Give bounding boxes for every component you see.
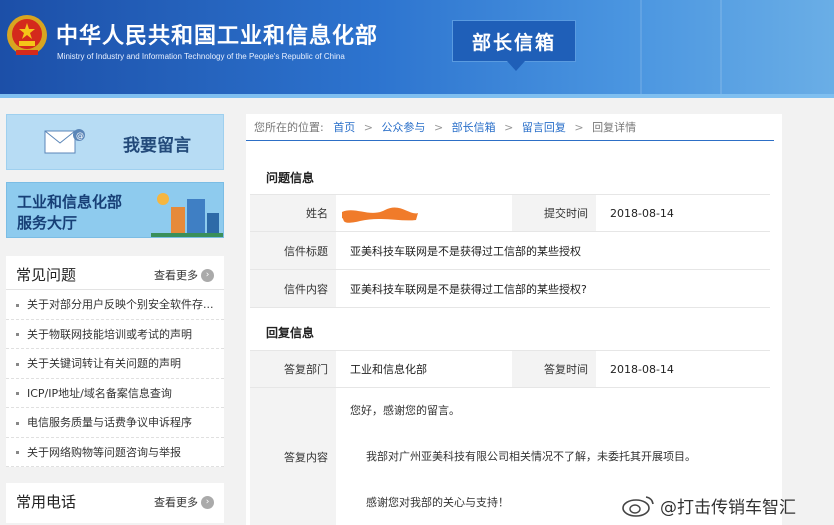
- watermark-text: @打击传销车智汇: [660, 498, 796, 518]
- faq-item-label: 关于关键词转让有关问题的声明: [27, 357, 181, 370]
- reply-time-label: 答复时间: [512, 351, 596, 387]
- bullet-icon: [16, 392, 19, 395]
- breadcrumb-current: 回复详情: [592, 121, 637, 134]
- faq-panel: 常见问题 查看更多 › 关于对部分用户反映个别安全软件存... 关于物联网技能培…: [6, 256, 224, 467]
- content-value: 亚美科技车联网是不是获得过工信部的某些授权?: [350, 282, 587, 296]
- service-hall-line1: 工业和信息化部: [17, 193, 123, 211]
- site-title-english: Ministry of Industry and Information Tec…: [57, 52, 345, 61]
- sidebar: @ 我要留言 工业和信息化部 服务大厅 常见问题 查看更多 › 关于对部分用户反…: [6, 114, 224, 523]
- breadcrumb-divider: [246, 140, 774, 141]
- breadcrumb-message-reply[interactable]: 留言回复: [522, 121, 566, 134]
- subject-label: 信件标题: [250, 232, 336, 269]
- svg-text:@: @: [76, 131, 84, 140]
- question-subject-row: 信件标题 亚美科技车联网是不是获得过工信部的某些授权: [250, 232, 770, 270]
- service-hall-line2: 服务大厅: [17, 214, 78, 232]
- phone-more-label: 查看更多: [154, 496, 198, 509]
- leave-message-banner[interactable]: @ 我要留言: [6, 114, 224, 170]
- building-icon: [151, 193, 223, 237]
- breadcrumb-mailbox[interactable]: 部长信箱: [452, 121, 496, 134]
- faq-header: 常见问题 查看更多 ›: [6, 256, 224, 290]
- faq-item-label: 电信服务质量与话费争议申诉程序: [27, 416, 192, 429]
- bullet-icon: [16, 421, 19, 425]
- leave-message-label: 我要留言: [123, 136, 191, 156]
- breadcrumb-separator: >: [363, 121, 373, 134]
- phone-title: 常用电话: [16, 493, 77, 511]
- faq-item[interactable]: 关于关键词转让有关问题的声明: [6, 349, 224, 379]
- subject-value: 亚美科技车联网是不是获得过工信部的某些授权: [350, 244, 581, 258]
- name-label: 姓名: [250, 195, 336, 231]
- faq-item[interactable]: 关于物联网技能培训或考试的声明: [6, 320, 224, 349]
- reply-time-value: 2018-08-14: [610, 362, 674, 376]
- reply-line3: 感谢您对我部的关心与支持！: [366, 496, 509, 509]
- weibo-logo-icon: [622, 495, 654, 517]
- faq-item-label: 关于网络购物等问题咨询与举报: [27, 445, 181, 459]
- header-decor: [720, 0, 722, 98]
- phone-more-link[interactable]: 查看更多 ›: [154, 494, 214, 510]
- question-section-title: 问题信息: [266, 171, 315, 185]
- breadcrumb-public-participation[interactable]: 公众参与: [381, 121, 425, 134]
- submit-time-value: 2018-08-14: [610, 206, 674, 220]
- faq-title: 常见问题: [16, 266, 77, 284]
- header-decor: [640, 0, 642, 98]
- question-content-row: 信件内容 亚美科技车联网是不是获得过工信部的某些授权?: [250, 270, 770, 308]
- site-title[interactable]: 中华人民共和国工业和信息化部: [56, 18, 378, 50]
- reply-line1: 您好，感谢您的留言。: [350, 404, 460, 417]
- weibo-watermark: @打击传销车智汇: [620, 493, 796, 518]
- bullet-icon: [16, 303, 19, 307]
- breadcrumb: 您所在的位置: 首页 > 公众参与 > 部长信箱 > 留言回复 > 回复详情: [254, 119, 636, 135]
- bullet-icon: [16, 333, 19, 336]
- faq-item[interactable]: ICP/IP地址/域名备案信息查询: [6, 379, 224, 408]
- breadcrumb-separator: >: [574, 121, 584, 134]
- faq-item-label: ICP/IP地址/域名备案信息查询: [27, 386, 172, 400]
- submit-time-label: 提交时间: [512, 195, 596, 231]
- content-label: 信件内容: [250, 270, 336, 307]
- faq-item[interactable]: 关于对部分用户反映个别安全软件存...: [6, 290, 224, 320]
- header-stripe: [0, 94, 834, 98]
- national-emblem-icon: [7, 15, 47, 55]
- reply-dept-row: 答复部门 工业和信息化部 答复时间 2018-08-14: [250, 350, 770, 388]
- breadcrumb-home[interactable]: 首页: [333, 121, 355, 134]
- bullet-icon: [16, 451, 19, 454]
- faq-item-label: 关于物联网技能培训或考试的声明: [27, 327, 192, 341]
- chevron-right-icon: ›: [201, 268, 214, 282]
- reply-section-title: 回复信息: [266, 326, 315, 340]
- bullet-icon: [16, 362, 19, 366]
- faq-item-label: 关于对部分用户反映个别安全软件存...: [27, 298, 214, 311]
- faq-more-link[interactable]: 查看更多 ›: [154, 267, 214, 283]
- minister-mailbox-badge: 部长信箱: [452, 20, 576, 71]
- site-header: 中华人民共和国工业和信息化部 Ministry of Industry and …: [0, 0, 834, 98]
- faq-item[interactable]: 电信服务质量与话费争议申诉程序: [6, 408, 224, 438]
- envelope-icon: @: [44, 129, 85, 154]
- redaction-mark: [342, 207, 418, 223]
- chevron-right-icon: ›: [201, 495, 214, 509]
- faq-more-label: 查看更多: [154, 269, 198, 282]
- breadcrumb-separator: >: [504, 121, 514, 134]
- breadcrumb-separator: >: [433, 121, 444, 134]
- reply-content-label: 答复内容: [250, 388, 336, 525]
- faq-item[interactable]: 关于网络购物等问题咨询与举报: [6, 438, 224, 467]
- reply-dept-label: 答复部门: [250, 351, 336, 387]
- main-content: 您所在的位置: 首页 > 公众参与 > 部长信箱 > 留言回复 > 回复详情 问…: [246, 114, 782, 525]
- service-hall-banner[interactable]: 工业和信息化部 服务大厅: [6, 182, 224, 238]
- breadcrumb-prefix: 您所在的位置:: [254, 121, 324, 134]
- question-name-row: 姓名 提交时间 2018-08-14: [250, 194, 770, 232]
- phone-panel: 常用电话 查看更多 ›: [6, 483, 224, 523]
- phone-header: 常用电话 查看更多 ›: [6, 483, 224, 517]
- reply-dept-value: 工业和信息化部: [350, 363, 427, 376]
- reply-line2: 我部对广州亚美科技有限公司相关情况不了解，未委托其开展项目。: [366, 450, 696, 463]
